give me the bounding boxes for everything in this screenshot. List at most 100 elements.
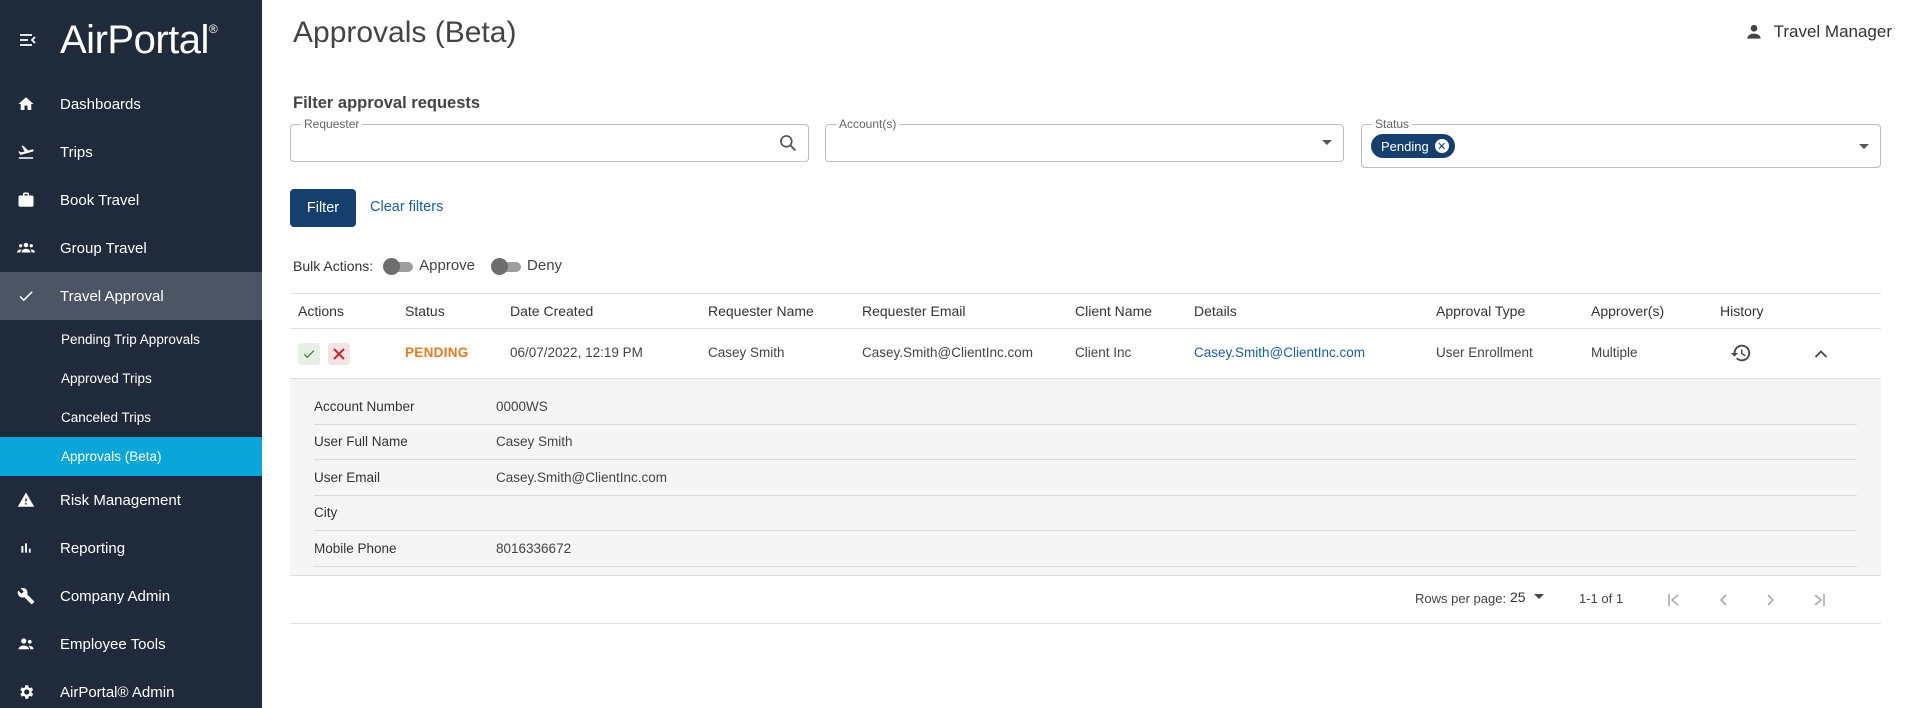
sidebar-item-book-travel[interactable]: Book Travel — [0, 176, 262, 224]
cell-date-created: 06/07/2022, 12:19 PM — [510, 345, 643, 360]
sidebar-item-travel-approval[interactable]: Travel Approval — [0, 272, 262, 320]
col-details: Details — [1194, 303, 1237, 319]
table-header: Actions Status Date Created Requester Na… — [290, 293, 1881, 329]
status-chip-pending[interactable]: Pending ✕ — [1371, 134, 1455, 158]
previous-page-icon[interactable] — [1711, 588, 1735, 612]
status-select[interactable]: Status Pending ✕ — [1361, 117, 1881, 168]
person-icon — [1744, 22, 1764, 42]
sidebar-item-employee-tools[interactable]: Employee Tools — [0, 620, 262, 668]
detail-key: Mobile Phone — [314, 540, 397, 556]
first-page-icon[interactable] — [1662, 588, 1686, 612]
accounts-select[interactable]: Account(s) — [825, 117, 1344, 162]
sidebar-item-reporting[interactable]: Reporting — [0, 524, 262, 572]
col-approvers[interactable]: Approver(s) — [1591, 303, 1664, 319]
sidebar-item-label: AirPortal® Admin — [60, 683, 175, 701]
history-icon[interactable] — [1730, 342, 1752, 364]
check-icon — [16, 286, 36, 306]
last-page-icon[interactable] — [1807, 588, 1831, 612]
detail-row-account-number: Account Number 0000WS — [314, 389, 1857, 425]
approve-toggle-label: Approve — [419, 257, 476, 274]
row-detail-panel: Account Number 0000WS User Full Name Casey… — [290, 379, 1881, 576]
cell-approvers: Multiple — [1591, 345, 1638, 360]
status-chip-label: Pending — [1381, 138, 1429, 154]
dropdown-arrow-icon[interactable] — [1321, 139, 1333, 147]
collapse-menu-icon[interactable] — [16, 28, 40, 52]
subnav-travel-approval: Pending Trip Approvals Approved Trips Ca… — [0, 320, 262, 476]
sidebar-item-label: Travel Approval — [60, 287, 164, 305]
sidebar-subitem-label: Approved Trips — [61, 371, 152, 386]
approve-button[interactable] — [298, 343, 320, 365]
detail-key: User Full Name — [314, 434, 408, 450]
sidebar-item-risk-management[interactable]: Risk Management — [0, 476, 262, 524]
detail-value: 0000WS — [496, 398, 548, 414]
user-name: Travel Manager — [1773, 22, 1892, 41]
approvals-table: Actions Status Date Created Requester Na… — [290, 293, 1881, 576]
sidebar-item-label: Company Admin — [60, 587, 171, 605]
brand-logo[interactable]: AirPortal® — [60, 18, 218, 63]
warning-icon — [16, 490, 36, 510]
col-actions: Actions — [298, 303, 344, 319]
table-row: PENDING 06/07/2022, 12:19 PM Casey Smith… — [290, 329, 1881, 379]
sidebar-item-label: Reporting — [60, 539, 126, 557]
cell-requester-name: Casey Smith — [708, 345, 785, 360]
sidebar-item-dashboards[interactable]: Dashboards — [0, 80, 262, 128]
pagination: Rows per page: 25 1-1 of 1 — [290, 576, 1881, 624]
details-link[interactable]: Casey.Smith@ClientInc.com — [1194, 345, 1365, 360]
sidebar-item-label: Book Travel — [60, 191, 140, 209]
col-date-created[interactable]: Date Created — [510, 303, 593, 319]
next-page-icon[interactable] — [1759, 588, 1783, 612]
rows-per-page-label: Rows per page: — [1415, 591, 1507, 606]
brand: AirPortal® — [0, 0, 262, 80]
col-status[interactable]: Status — [405, 303, 445, 319]
accounts-label: Account(s) — [836, 117, 900, 131]
sidebar-item-airportal-admin[interactable]: AirPortal® Admin — [0, 668, 262, 708]
page-title: Approvals (Beta) — [293, 16, 517, 49]
detail-row-user-full-name: User Full Name Casey Smith — [314, 425, 1857, 460]
detail-row-city: City — [314, 496, 1857, 531]
bulk-actions-label: Bulk Actions: — [293, 257, 374, 274]
sidebar-subitem-canceled-trips[interactable]: Canceled Trips — [0, 398, 262, 437]
search-icon[interactable] — [778, 133, 798, 153]
sidebar-subitem-label: Approvals (Beta) — [61, 449, 162, 464]
approve-toggle[interactable] — [383, 257, 414, 275]
sidebar-subitem-approved-trips[interactable]: Approved Trips — [0, 359, 262, 398]
col-history: History — [1720, 303, 1764, 319]
user-menu[interactable]: Travel Manager — [1744, 22, 1892, 42]
sidebar-item-company-admin[interactable]: Company Admin — [0, 572, 262, 620]
sidebar-subitem-approvals-beta[interactable]: Approvals (Beta) — [0, 437, 262, 476]
collapse-row-icon[interactable] — [1810, 343, 1832, 365]
dropdown-arrow-icon[interactable] — [1858, 143, 1870, 151]
deny-toggle[interactable] — [491, 257, 522, 275]
status-badge: PENDING — [405, 345, 469, 360]
sidebar-item-label: Dashboards — [60, 95, 141, 113]
detail-key: User Email — [314, 469, 381, 485]
sidebar-item-label: Risk Management — [60, 491, 181, 509]
sidebar-subitem-pending-trip-approvals[interactable]: Pending Trip Approvals — [0, 320, 262, 359]
sidebar-item-trips[interactable]: Trips — [0, 128, 262, 176]
filter-section-title: Filter approval requests — [293, 94, 481, 112]
main-content: Approvals (Beta) Travel Manager Filter a… — [262, 0, 1914, 708]
cell-requester-email: Casey.Smith@ClientInc.com — [862, 345, 1034, 360]
sidebar-subitem-label: Canceled Trips — [61, 410, 152, 425]
deny-button[interactable] — [328, 343, 350, 365]
deny-toggle-label: Deny — [527, 257, 563, 274]
sidebar-item-label: Trips — [60, 143, 93, 161]
detail-row-mobile-phone: Mobile Phone 8016336672 — [314, 531, 1857, 567]
rows-per-page-select[interactable]: 25 — [1510, 589, 1544, 605]
cell-client-name: Client Inc — [1075, 345, 1132, 360]
filter-button[interactable]: Filter — [290, 189, 356, 227]
requester-field[interactable]: Requester — [290, 117, 809, 162]
chip-remove-icon[interactable]: ✕ — [1434, 139, 1449, 153]
col-requester-email[interactable]: Requester Email — [862, 303, 966, 319]
sidebar-item-group-travel[interactable]: Group Travel — [0, 224, 262, 272]
col-approval-type[interactable]: Approval Type — [1436, 303, 1525, 319]
detail-value: 8016336672 — [496, 540, 572, 556]
people-icon — [16, 634, 36, 654]
bulk-actions: Bulk Actions: Approve Deny — [293, 257, 568, 275]
col-client-name[interactable]: Client Name — [1075, 303, 1152, 319]
cell-approval-type: User Enrollment — [1436, 345, 1533, 360]
group-icon — [16, 238, 36, 258]
clear-filters-link[interactable]: Clear filters — [370, 199, 443, 215]
col-requester-name[interactable]: Requester Name — [708, 303, 814, 319]
page-range: 1-1 of 1 — [1579, 591, 1624, 606]
